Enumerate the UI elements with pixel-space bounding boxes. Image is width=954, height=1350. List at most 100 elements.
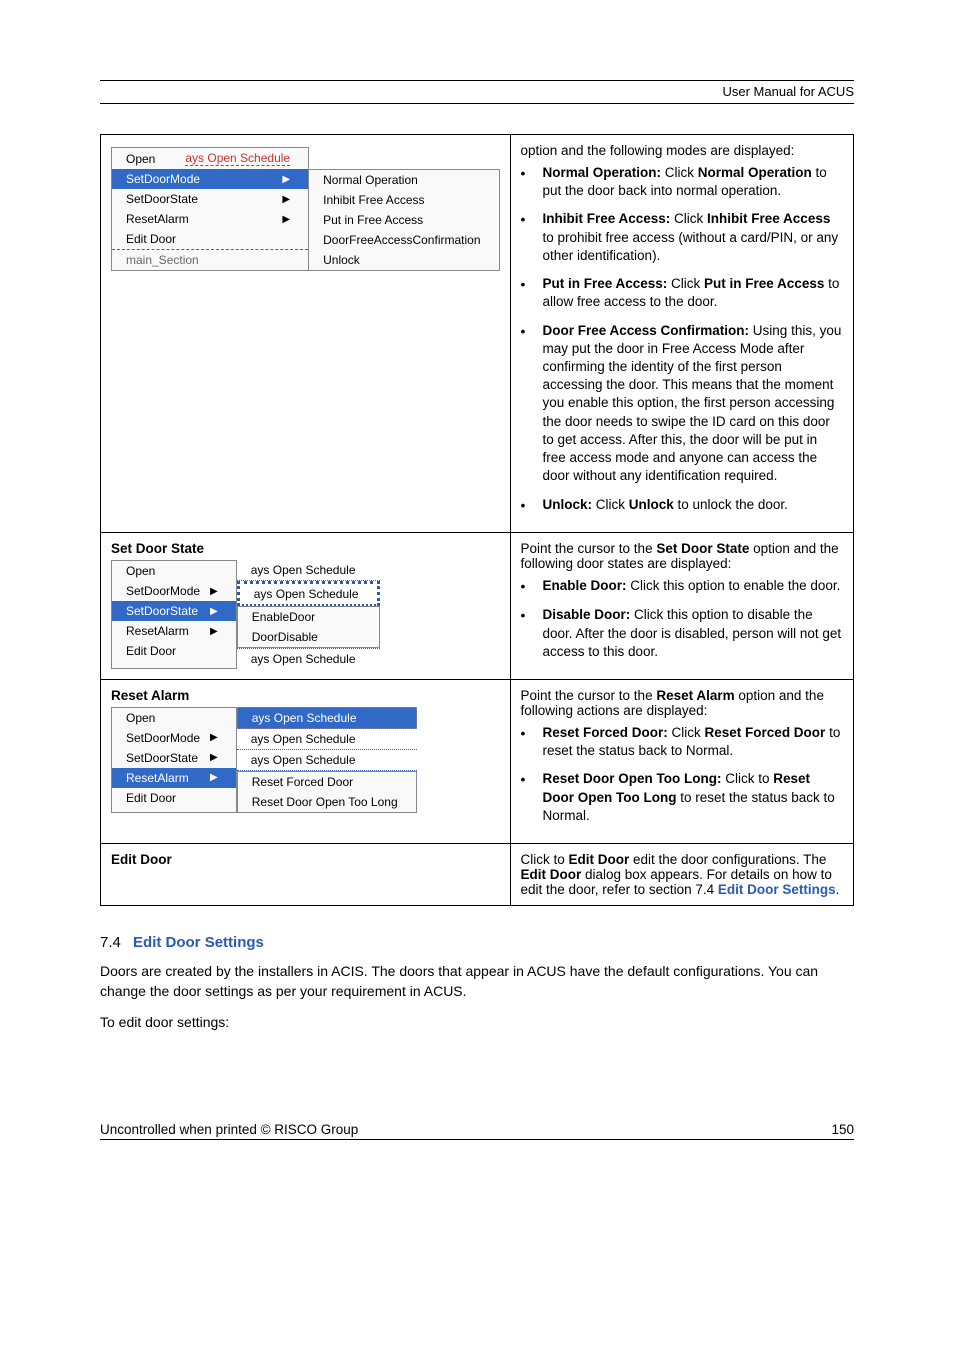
cell-setdoormode-image: Open ays Open Schedule SetDoorMode ▶ Set… [101,135,511,533]
bullet-text: Door Free Access Confirmation: Using thi… [543,322,844,486]
menu-item-setdoormode[interactable]: SetDoorMode ▶ [112,169,308,189]
menu-label: SetDoorState [126,751,198,765]
intro-text: Point the cursor to the Set Door State o… [521,541,844,571]
fragment-text: main_Section [112,249,308,270]
submenu-enabledoor[interactable]: EnableDoor [238,607,379,627]
chevron-right-icon: ▶ [210,586,218,597]
bullet-icon: • [521,724,543,760]
menu-label: SetDoorState [126,604,198,618]
intro-text: Point the cursor to the Reset Alarm opti… [521,688,844,718]
menu-label: Open [126,711,155,725]
menu-item-setdoormode[interactable]: SetDoorMode ▶ [112,581,236,601]
link-edit-door-settings[interactable]: Edit Door Settings [718,882,836,897]
bullet-icon: • [521,770,543,825]
chevron-right-icon: ▶ [210,732,218,743]
menu-label: Edit Door [126,644,176,658]
context-menu-setdoorstate: Open SetDoorMode ▶ SetDoorState ▶ ResetAla… [111,560,500,669]
submenu-unlock[interactable]: Unlock [309,250,498,270]
section-title: Edit Door Settings [133,934,264,951]
body-paragraph: Doors are created by the installers in A… [100,961,854,1002]
body-paragraph: To edit door settings: [100,1012,854,1032]
submenu-doordisable[interactable]: DoorDisable [238,627,379,647]
section-number: 7.4 [100,934,121,951]
page-footer: Uncontrolled when printed © RISCO Group … [100,1122,854,1140]
menu-item-editdoor[interactable]: Edit Door [112,229,308,249]
submenu-inhibit-free-access[interactable]: Inhibit Free Access [309,190,498,210]
bullet-text: Reset Door Open Too Long: Click to Reset… [543,770,844,825]
bullet-icon: • [521,577,543,596]
menu-label: Open [126,152,155,166]
fragment-text: ays Open Schedule [237,750,417,771]
bullet-icon: • [521,275,543,311]
bullet-icon: • [521,210,543,265]
menu-item-open[interactable]: Open [112,708,236,728]
menu-label: SetDoorState [126,192,198,206]
bullet-text: Normal Operation: Click Normal Operation… [543,164,844,200]
chevron-right-icon: ▶ [210,626,218,637]
menu-item-editdoor[interactable]: Edit Door [112,788,236,808]
chevron-right-icon: ▶ [210,606,218,617]
row-title: Set Door State [111,541,500,556]
page-number: 150 [831,1122,854,1137]
bullet-text: Inhibit Free Access: Click Inhibit Free … [543,210,844,265]
fragment-text: ays Open Schedule [237,581,380,606]
chevron-right-icon: ▶ [210,752,218,763]
menu-label: ResetAlarm [126,212,189,226]
menu-item-resetalarm[interactable]: ResetAlarm ▶ [112,768,236,788]
menu-item-resetalarm[interactable]: ResetAlarm ▶ [112,209,308,229]
bullet-text: Unlock: Click Unlock to unlock the door. [543,496,844,515]
fragment-text: ays Open Schedule [237,648,380,669]
bullet-text: Reset Forced Door: Click Reset Forced Do… [543,724,844,760]
menu-item-setdoorstate[interactable]: SetDoorState ▶ [112,601,236,621]
options-table: Open ays Open Schedule SetDoorMode ▶ Set… [100,134,854,906]
cell-resetalarm: Reset Alarm Open SetDoorMode ▶ SetDoorSta… [101,679,511,843]
bullet-icon: • [521,606,543,661]
section-heading: 7.4 Edit Door Settings [100,934,854,951]
submenu-door-free-access-confirmation[interactable]: DoorFreeAccessConfirmation [309,230,498,250]
menu-label: SetDoorMode [126,584,200,598]
cell-resetalarm-desc: Point the cursor to the Reset Alarm opti… [510,679,854,843]
bullet-text: Enable Door: Click this option to enable… [543,577,844,596]
context-menu-resetalarm: Open SetDoorMode ▶ SetDoorState ▶ ResetAla… [111,707,500,813]
submenu-put-in-free-access[interactable]: Put in Free Access [309,210,498,230]
row-title: Reset Alarm [111,688,500,703]
submenu-reset-forced-door[interactable]: Reset Forced Door [238,772,416,792]
menu-item-resetalarm[interactable]: ResetAlarm ▶ [112,621,236,641]
cell-setdoormode-desc: option and the following modes are displ… [510,135,854,533]
submenu-normal-operation[interactable]: Normal Operation [309,170,498,190]
menu-item-setdoormode[interactable]: SetDoorMode ▶ [112,728,236,748]
menu-label: SetDoorMode [126,731,200,745]
menu-label: Edit Door [126,232,176,246]
menu-item-setdoorstate[interactable]: SetDoorState ▶ [112,748,236,768]
cell-editdoor-desc: Click to Edit Door edit the door configu… [510,844,854,906]
menu-item-open[interactable]: Open ays Open Schedule [112,148,308,169]
chevron-right-icon: ▶ [282,174,290,185]
menu-label: ResetAlarm [126,624,189,638]
header-title: User Manual for ACUS [100,84,854,104]
menu-item-editdoor[interactable]: Edit Door [112,641,236,661]
chevron-right-icon: ▶ [210,772,218,783]
cell-editdoor: Edit Door [101,844,511,906]
bullet-icon: • [521,164,543,200]
menu-label: SetDoorMode [126,172,200,186]
intro-text: option and the following modes are displ… [521,143,844,158]
bullet-text: Put in Free Access: Click Put in Free Ac… [543,275,844,311]
fragment-text-hl: ays Open Schedule [237,707,417,729]
menu-label: Edit Door [126,791,176,805]
chevron-right-icon: ▶ [282,214,290,225]
submenu-reset-door-open-too-long[interactable]: Reset Door Open Too Long [238,792,416,812]
fragment-text: ays Open Schedule [185,151,290,166]
context-menu-setdoormode: Open ays Open Schedule SetDoorMode ▶ Set… [111,147,500,271]
bullet-icon: • [521,496,543,515]
menu-item-open[interactable]: Open [112,561,236,581]
desc-text: Click to Edit Door edit the door configu… [521,852,844,897]
cell-setdoorstate: Set Door State Open SetDoorMode ▶ SetDoor… [101,533,511,680]
header-rule-top [100,80,854,81]
chevron-right-icon: ▶ [282,194,290,205]
menu-item-setdoorstate[interactable]: SetDoorState ▶ [112,189,308,209]
bullet-text: Disable Door: Click this option to disab… [543,606,844,661]
menu-label: ResetAlarm [126,771,189,785]
fragment-text: ays Open Schedule [237,560,380,581]
cell-setdoorstate-desc: Point the cursor to the Set Door State o… [510,533,854,680]
fragment-text: ays Open Schedule [237,729,417,750]
